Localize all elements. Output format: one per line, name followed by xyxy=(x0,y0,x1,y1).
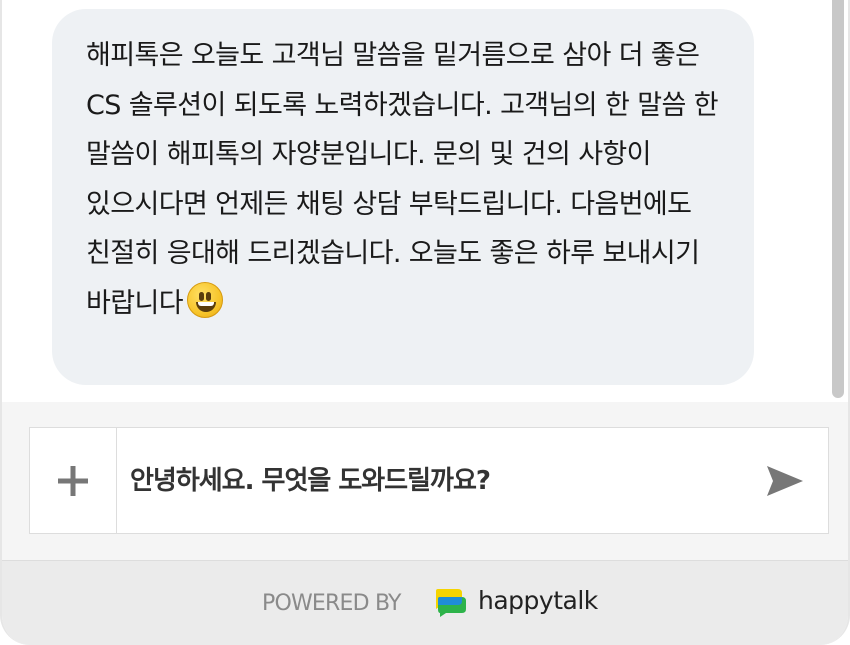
powered-by-label: POWERED BY xyxy=(262,591,401,616)
message-composer xyxy=(29,427,829,534)
happytalk-logo[interactable] xyxy=(432,587,468,619)
send-button[interactable] xyxy=(764,461,806,501)
send-icon xyxy=(767,466,803,496)
happytalk-brand-name[interactable]: happytalk xyxy=(478,586,598,615)
agent-message-bubble: 해피톡은 오늘도 고객님 말씀을 밑거름으로 삼아 더 좋은 CS 솔루션이 되… xyxy=(52,9,754,385)
powered-by-footer: POWERED BY happytalk xyxy=(2,560,848,645)
message-composer-area xyxy=(2,402,848,560)
grinning-face-icon xyxy=(186,281,223,318)
attach-button[interactable] xyxy=(30,428,117,533)
chat-widget: 해피톡은 오늘도 고객님 말씀을 밑거름으로 삼아 더 좋은 CS 솔루션이 되… xyxy=(0,0,850,645)
chat-message-area[interactable]: 해피톡은 오늘도 고객님 말씀을 밑거름으로 삼아 더 좋은 CS 솔루션이 되… xyxy=(2,0,848,402)
agent-message-text: 해피톡은 오늘도 고객님 말씀을 밑거름으로 삼아 더 좋은 CS 솔루션이 되… xyxy=(86,40,719,319)
plus-icon xyxy=(58,465,88,496)
chat-scrollbar[interactable] xyxy=(832,0,844,398)
message-input[interactable] xyxy=(130,428,740,533)
